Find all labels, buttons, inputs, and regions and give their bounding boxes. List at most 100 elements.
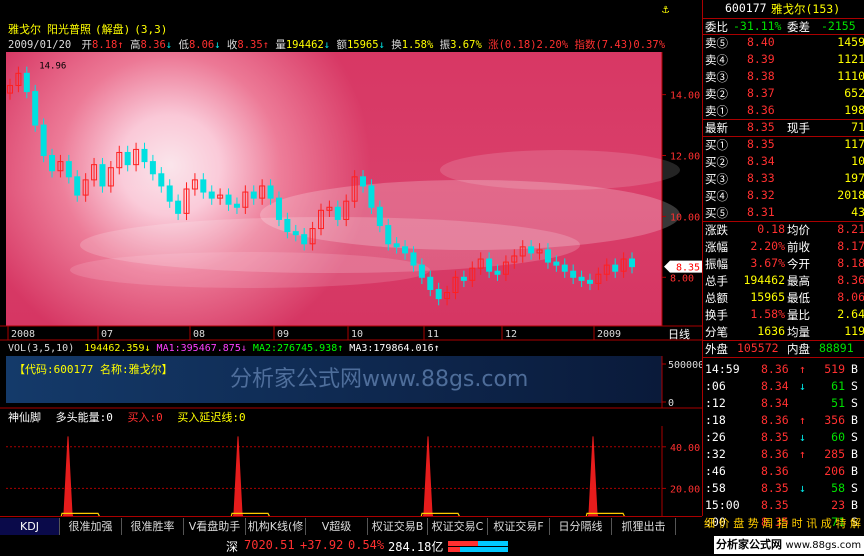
tick-volume: 60: [831, 430, 845, 444]
price-axis: 14.00 12.00 10.00 8.00: [662, 91, 700, 284]
quote-tab[interactable]: 势: [748, 515, 762, 532]
bid-level-label: 买②: [705, 155, 728, 169]
time-tick-label: 09: [277, 329, 289, 340]
quote-tab[interactable]: 成: [821, 515, 835, 532]
market-index: 7020.51: [244, 538, 295, 552]
tick-side: B: [851, 498, 858, 512]
ask-volume: 1459: [837, 35, 864, 49]
quote-tab[interactable]: 周: [762, 515, 776, 532]
candle-body: [427, 276, 434, 290]
stat-label: 振幅: [705, 257, 728, 271]
tick-time: 15:00: [705, 498, 740, 512]
indicator-panel[interactable]: [6, 446, 662, 489]
candle-body: [612, 264, 619, 272]
indicator-tab[interactable]: V超级MACD: [306, 518, 368, 550]
quote-tab[interactable]: 价: [719, 515, 733, 532]
candle-body: [208, 191, 215, 199]
period-daily-button[interactable]: 日线: [668, 327, 690, 341]
tick-volume: 51: [831, 396, 845, 410]
quote-tab[interactable]: 特: [835, 515, 849, 532]
indicator-tab-bar: KDJ很准加强很准胜率V看盘助手机构K线(修V超级MACD权证交易B权证交易C权…: [0, 516, 702, 550]
tick-side: S: [851, 430, 858, 444]
candle-body: [225, 194, 232, 205]
price-tick-label: 8.00: [670, 273, 694, 284]
stat-value: 2.64: [837, 307, 864, 321]
market-change: +37.92: [300, 538, 344, 552]
candle-body: [460, 276, 467, 281]
indicator-tab[interactable]: 权证交易F: [488, 518, 550, 535]
tick-volume: 206: [824, 464, 845, 478]
quote-tab[interactable]: 时: [792, 515, 806, 532]
up-arrow-icon: ↑: [799, 362, 806, 376]
candle-body: [23, 72, 30, 93]
ask-level-label: 卖⑤: [705, 36, 728, 50]
quote-tab[interactable]: 指: [777, 515, 791, 532]
bid-level-label: 买①: [705, 138, 728, 152]
chart-area[interactable]: 雅戈尔 阳光普照 (解盘) (3,3) 2009/01/20 开8.18↑ 高8.36…: [0, 0, 702, 556]
indicator-tick-label: 40.00: [670, 443, 700, 454]
ask-volume: 1110: [837, 69, 864, 83]
ask-price: 8.38: [747, 69, 775, 83]
down-arrow-icon: ↓: [799, 379, 806, 393]
quote-tab[interactable]: 盘: [733, 515, 747, 532]
time-tick-label: 11: [427, 329, 439, 340]
candle-body: [570, 270, 577, 278]
tick-row: 14:59 8.36 ↑ 519 B: [703, 361, 864, 378]
candle-body: [233, 203, 240, 208]
candle-body: [360, 176, 367, 187]
tick-time: 14:59: [705, 362, 740, 376]
candle-body: [334, 206, 341, 220]
indicator-tab[interactable]: 很准胜率: [122, 518, 184, 535]
stat-label: 换手: [705, 308, 728, 322]
indicator-tab[interactable]: KDJ: [0, 518, 60, 535]
tick-time: :12: [705, 396, 726, 410]
candle-body: [49, 155, 56, 172]
tick-row: :06 8.34 ↓ 61 S: [703, 378, 864, 395]
tick-price: 8.35: [761, 430, 789, 444]
tick-row: :26 8.35 ↓ 60 S: [703, 429, 864, 446]
candle-body: [292, 231, 299, 236]
indicator-tab[interactable]: 机构K线(修: [246, 518, 306, 535]
candle-body: [200, 179, 207, 193]
tick-price: 8.36: [761, 464, 789, 478]
candle-body: [376, 206, 383, 227]
indicator-tab[interactable]: 日分隔线: [550, 518, 612, 535]
indicator-tab[interactable]: 抓狸出击: [612, 518, 676, 535]
quote-tab[interactable]: 解: [850, 515, 864, 532]
stat-value: 15965: [750, 290, 785, 304]
stat-value: 2.20%: [750, 239, 785, 253]
indicator-tab[interactable]: 权证交易C: [428, 518, 488, 535]
quote-tab[interactable]: 细: [704, 515, 718, 532]
anchor-icon[interactable]: ⚓: [662, 2, 669, 16]
tick-price: 8.34: [761, 379, 789, 393]
indicator-header: 神仙脚 多头能量:0 买入:0 买入延迟线:0: [8, 410, 246, 424]
indicator-tab[interactable]: 权证交易B: [368, 518, 428, 535]
tick-side: S: [851, 481, 858, 495]
tick-row: :58 8.35 ↓ 58 S: [703, 480, 864, 497]
candle-body: [267, 185, 274, 199]
header-stock-name: 雅戈尔 阳光普照 (解盘) (3,3): [8, 22, 167, 36]
stat-label: 分笔: [705, 325, 728, 339]
stat-label: 量比: [787, 308, 810, 322]
candle-body: [578, 276, 585, 281]
down-arrow-icon: ↓: [799, 481, 806, 495]
status-bar: 深 7020.51 +37.92 0.54% 284.18亿 分析家公式网 ww…: [0, 536, 864, 556]
stat-label: 均量: [787, 325, 810, 339]
candle-body: [32, 91, 39, 126]
chart-scroll-widget[interactable]: ⚓: [660, 0, 702, 22]
candle-body: [275, 197, 282, 220]
ask-level-label: 卖③: [705, 70, 728, 84]
stock-name-count: 雅戈尔(153): [771, 2, 841, 16]
bid-level-label: 买③: [705, 172, 728, 186]
tick-time: :18: [705, 413, 726, 427]
stock-code: 600177: [725, 1, 767, 15]
tick-side: S: [851, 379, 858, 393]
site-banner[interactable]: 分析家公式网 www.88gs.com: [714, 536, 864, 554]
bid-volume: 2018: [837, 188, 864, 202]
indicator-tab[interactable]: 很准加强: [60, 518, 122, 535]
candle-body: [65, 161, 72, 178]
quote-tab[interactable]: 讯: [806, 515, 820, 532]
bid-volume: 43: [851, 205, 864, 219]
indicator-tab[interactable]: V看盘助手: [184, 518, 246, 535]
tick-price: 8.35: [761, 481, 789, 495]
